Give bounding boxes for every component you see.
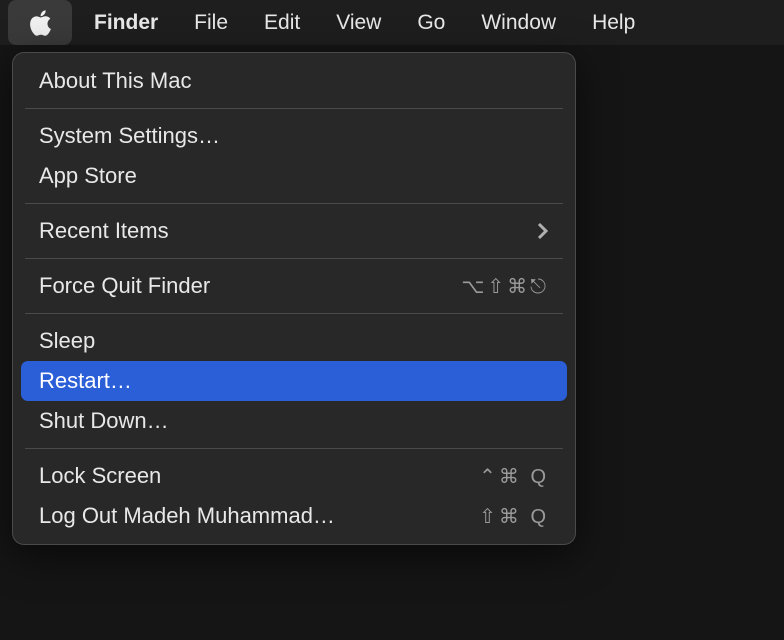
- menu-label: Force Quit Finder: [39, 273, 210, 299]
- menu-label: Log Out Madeh Muhammad…: [39, 503, 335, 529]
- menu-separator: [25, 203, 563, 204]
- menu-logout[interactable]: Log Out Madeh Muhammad… ⇧⌘ Q: [21, 496, 567, 536]
- menubar-app-name[interactable]: Finder: [76, 0, 176, 45]
- menu-label: Restart…: [39, 368, 132, 394]
- menu-separator: [25, 108, 563, 109]
- menu-app-store[interactable]: App Store: [21, 156, 567, 196]
- menu-label: Shut Down…: [39, 408, 169, 434]
- keyboard-shortcut: ⌥⇧⌘⎋: [461, 274, 549, 299]
- menu-label: Lock Screen: [39, 463, 161, 489]
- menu-force-quit[interactable]: Force Quit Finder ⌥⇧⌘⎋: [21, 266, 567, 306]
- menubar-edit[interactable]: Edit: [246, 0, 318, 45]
- menu-separator: [25, 313, 563, 314]
- menu-separator: [25, 448, 563, 449]
- menu-recent-items[interactable]: Recent Items: [21, 211, 567, 251]
- menu-system-settings[interactable]: System Settings…: [21, 116, 567, 156]
- keyboard-shortcut: ⇧⌘ Q: [479, 504, 549, 529]
- menu-shutdown[interactable]: Shut Down…: [21, 401, 567, 441]
- menubar-go[interactable]: Go: [399, 0, 463, 45]
- menu-lock-screen[interactable]: Lock Screen ⌃⌘ Q: [21, 456, 567, 496]
- menu-label: About This Mac: [39, 68, 191, 94]
- chevron-right-icon: [537, 221, 549, 241]
- menu-restart[interactable]: Restart…: [21, 361, 567, 401]
- menu-label: System Settings…: [39, 123, 220, 149]
- menu-label: App Store: [39, 163, 137, 189]
- menubar-window[interactable]: Window: [463, 0, 574, 45]
- keyboard-shortcut: ⌃⌘ Q: [479, 464, 549, 489]
- menubar: Finder File Edit View Go Window Help: [0, 0, 784, 45]
- menubar-help[interactable]: Help: [574, 0, 653, 45]
- apple-logo-icon: [28, 9, 52, 37]
- menubar-view[interactable]: View: [318, 0, 399, 45]
- menu-separator: [25, 258, 563, 259]
- menubar-file[interactable]: File: [176, 0, 246, 45]
- menu-sleep[interactable]: Sleep: [21, 321, 567, 361]
- menu-label: Recent Items: [39, 218, 169, 244]
- apple-menu-dropdown: About This Mac System Settings… App Stor…: [12, 52, 576, 545]
- menu-label: Sleep: [39, 328, 95, 354]
- menu-about-this-mac[interactable]: About This Mac: [21, 61, 567, 101]
- apple-menu-button[interactable]: [8, 0, 72, 45]
